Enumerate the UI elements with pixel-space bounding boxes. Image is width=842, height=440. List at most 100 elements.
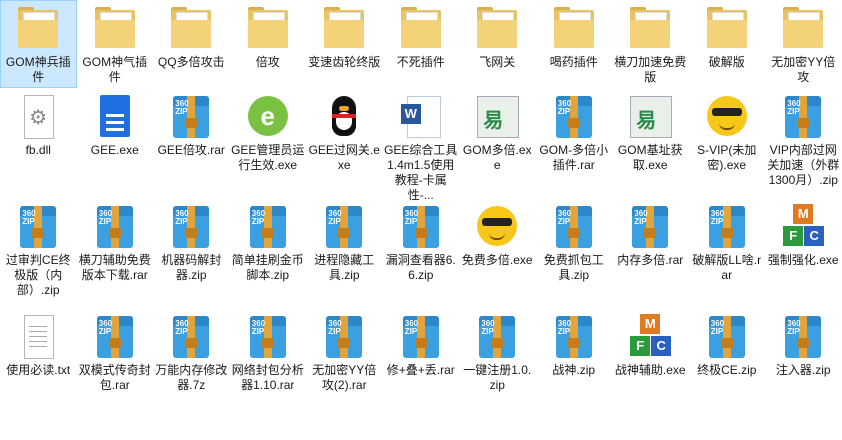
file-label: 战神辅助.exe	[614, 363, 686, 377]
zip-badge: 360 ZIP	[175, 319, 189, 336]
zip-archive-icon: 360 ZIP	[703, 202, 751, 250]
file-item[interactable]: 360 ZIP VIP内部过网关加速（外群1300月）.zip	[765, 88, 842, 198]
file-label: 倍攻	[255, 55, 280, 69]
word-document-icon: W	[397, 92, 445, 140]
file-item[interactable]: 使用必读.txt	[0, 308, 77, 420]
file-label: GEE过网关.exe	[308, 143, 380, 172]
file-item[interactable]: 不死插件	[383, 0, 460, 88]
file-label: 进程隐藏工具.zip	[314, 253, 375, 282]
folder-icon	[14, 4, 62, 52]
file-label: 强制强化.exe	[767, 253, 839, 267]
zip-archive-icon: 360 ZIP	[626, 202, 674, 250]
file-label: S-VIP(未加密).exe	[697, 143, 757, 172]
folder-icon	[779, 4, 827, 52]
file-item[interactable]: S-VIP(未加密).exe	[689, 88, 766, 198]
file-label: 无加密YY倍攻(2).rar	[312, 363, 377, 392]
zip-badge: 360 ZIP	[557, 209, 572, 226]
file-item[interactable]: 360 ZIP 进程隐藏工具.zip	[306, 198, 383, 308]
file-label: 横刀加速免费版	[614, 55, 687, 84]
file-item[interactable]: 360 ZIP 万能内存修改器.7z	[153, 308, 230, 420]
file-label: 万能内存修改器.7z	[155, 363, 228, 392]
zip-badge: 360 ZIP	[710, 319, 725, 336]
file-item[interactable]: GOM神气插件	[77, 0, 154, 88]
file-item[interactable]: GOM神兵插件	[0, 0, 77, 88]
file-label: 漏洞查看器6.6.zip	[385, 253, 456, 282]
file-item[interactable]: 360 ZIP 横刀辅助免费版本下载.rar	[77, 198, 154, 308]
file-item[interactable]: M F C 战神辅助.exe	[612, 308, 689, 420]
file-item[interactable]: ⚙ fb.dll	[0, 88, 77, 198]
file-label: QQ多倍攻击	[157, 55, 225, 69]
file-item[interactable]: 360 ZIP GOM-多倍小插件.rar	[536, 88, 613, 198]
file-item[interactable]: QQ多倍攻击	[153, 0, 230, 88]
file-item[interactable]: 易 GOM多倍.exe	[459, 88, 536, 198]
file-item[interactable]: 360 ZIP 修+叠+丢.rar	[383, 308, 460, 420]
zip-badge: 360 ZIP	[787, 319, 801, 336]
zip-badge: 360 ZIP	[98, 319, 113, 336]
file-item[interactable]: 360 ZIP 一键注册1.0.zip	[459, 308, 536, 420]
file-item[interactable]: 无加密YY倍攻	[765, 0, 842, 88]
file-item[interactable]: 360 ZIP GEE倍攻.rar	[153, 88, 230, 198]
file-item[interactable]: GEE过网关.exe	[306, 88, 383, 198]
zip-badge: 360 ZIP	[98, 209, 113, 226]
file-label: GEE倍攻.rar	[157, 143, 225, 157]
file-label: 破解版	[708, 55, 745, 69]
file-item[interactable]: M F C 强制强化.exe	[765, 198, 842, 308]
file-item[interactable]: 360 ZIP 终极CE.zip	[689, 308, 766, 420]
zip-archive-icon: 360 ZIP	[779, 92, 827, 140]
file-item[interactable]: 360 ZIP 无加密YY倍攻(2).rar	[306, 308, 383, 420]
file-label: 机器码解封器.zip	[161, 253, 222, 282]
file-item[interactable]: 易 GOM基址获取.exe	[612, 88, 689, 198]
file-item[interactable]: 360 ZIP 漏洞查看器6.6.zip	[383, 198, 460, 308]
zip-archive-icon: 360 ZIP	[550, 312, 598, 360]
file-item[interactable]: 变速齿轮终版	[306, 0, 383, 88]
file-label: GEE管理员运行生效.exe	[231, 143, 305, 172]
file-item[interactable]: 360 ZIP 内存多倍.rar	[612, 198, 689, 308]
file-item[interactable]: 倍攻	[230, 0, 307, 88]
file-item[interactable]: 360 ZIP 双模式传奇封包.rar	[77, 308, 154, 420]
file-label: GEE综合工具1.4m1.5使用教程-卡属性-...	[384, 143, 458, 202]
file-item[interactable]: 360 ZIP 网络封包分析器1.10.rar	[230, 308, 307, 420]
text-file-icon	[14, 312, 62, 360]
zip-badge: 360 ZIP	[328, 319, 342, 336]
file-label: GOM神兵插件	[5, 55, 71, 84]
folder-icon	[703, 4, 751, 52]
file-item[interactable]: W GEE综合工具1.4m1.5使用教程-卡属性-...	[383, 88, 460, 202]
zip-badge: 360 ZIP	[175, 209, 189, 226]
file-label: 飞网关	[479, 55, 516, 69]
file-label: 战神.zip	[552, 363, 596, 377]
file-label: 不死插件	[396, 55, 445, 69]
zip-badge: 360 ZIP	[251, 209, 266, 226]
file-item[interactable]: 360 ZIP 免费抓包工具.zip	[536, 198, 613, 308]
file-item[interactable]: 360 ZIP 战神.zip	[536, 308, 613, 420]
zip-badge: 360 ZIP	[481, 319, 495, 336]
file-item[interactable]: 360 ZIP 破解版LL啥.rar	[689, 198, 766, 308]
zip-archive-icon: 360 ZIP	[473, 312, 521, 360]
zip-badge: 360 ZIP	[175, 99, 189, 116]
file-item[interactable]: GEE.exe	[77, 88, 154, 198]
file-label: 一键注册1.0.zip	[463, 363, 532, 392]
file-item[interactable]: 360 ZIP 过审判CE终极版（内部）.zip	[0, 198, 77, 308]
folder-icon	[244, 4, 292, 52]
smiley-icon	[703, 92, 751, 140]
file-item[interactable]: 免费多倍.exe	[459, 198, 536, 308]
file-item[interactable]: 破解版	[689, 0, 766, 88]
file-item[interactable]: 360 ZIP 简单挂刷金币脚本.zip	[230, 198, 307, 308]
zip-badge: 360 ZIP	[634, 209, 648, 226]
file-label: 终极CE.zip	[697, 363, 757, 377]
file-item[interactable]: e GEE管理员运行生效.exe	[230, 88, 307, 198]
file-label: 横刀辅助免费版本下载.rar	[78, 253, 151, 282]
smiley-icon	[473, 202, 521, 250]
file-label: 修+叠+丢.rar	[386, 363, 455, 377]
zip-archive-icon: 360 ZIP	[397, 202, 445, 250]
file-item[interactable]: 横刀加速免费版	[612, 0, 689, 88]
zip-archive-icon: 360 ZIP	[167, 202, 215, 250]
file-label: 简单挂刷金币脚本.zip	[231, 253, 304, 282]
file-item[interactable]: 360 ZIP 注入器.zip	[765, 308, 842, 420]
zip-archive-icon: 360 ZIP	[167, 92, 215, 140]
file-item[interactable]: 飞网关	[459, 0, 536, 88]
zip-archive-icon: 360 ZIP	[244, 312, 292, 360]
file-grid: GOM神兵插件 GOM神气插件 QQ多倍攻击 倍攻 变速齿轮终版 不死插件 飞网关 喝药插件横…	[0, 0, 842, 440]
file-item[interactable]: 喝药插件	[536, 0, 613, 88]
zip-badge: 360 ZIP	[710, 209, 725, 226]
file-item[interactable]: 360 ZIP 机器码解封器.zip	[153, 198, 230, 308]
